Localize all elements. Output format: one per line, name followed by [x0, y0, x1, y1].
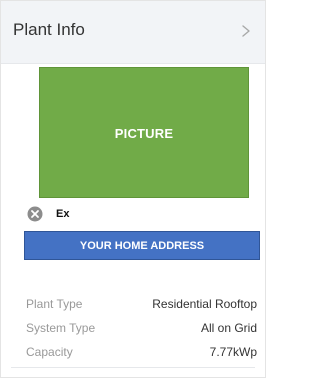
plant-info-panel: Plant Info PICTURE Ex YOUR HOME ADDRESS …	[0, 0, 266, 378]
info-row-system-type: System Type All on Grid	[1, 321, 265, 341]
info-value: Residential Rooftop	[152, 297, 257, 311]
info-label: Plant Type	[26, 297, 83, 311]
plant-picture[interactable]: PICTURE	[39, 67, 249, 198]
panel-header[interactable]: Plant Info	[1, 1, 265, 64]
info-row-plant-type: Plant Type Residential Rooftop	[1, 297, 265, 317]
home-address-label: YOUR HOME ADDRESS	[79, 240, 205, 252]
info-value: All on Grid	[200, 321, 257, 335]
info-label: System Type	[26, 321, 96, 335]
info-row-capacity: Capacity 7.77kWp	[1, 345, 265, 365]
info-value: 7.77kWp	[209, 345, 257, 359]
info-label: Capacity	[26, 345, 73, 359]
divider	[11, 367, 255, 368]
home-address-bar: YOUR HOME ADDRESS	[24, 231, 260, 260]
example-label: Ex	[56, 208, 70, 220]
chevron-right-icon[interactable]	[241, 24, 251, 38]
panel-title: Plant Info	[13, 20, 85, 39]
picture-placeholder-label: PICTURE	[114, 126, 174, 141]
close-circle-icon[interactable]	[27, 206, 43, 222]
